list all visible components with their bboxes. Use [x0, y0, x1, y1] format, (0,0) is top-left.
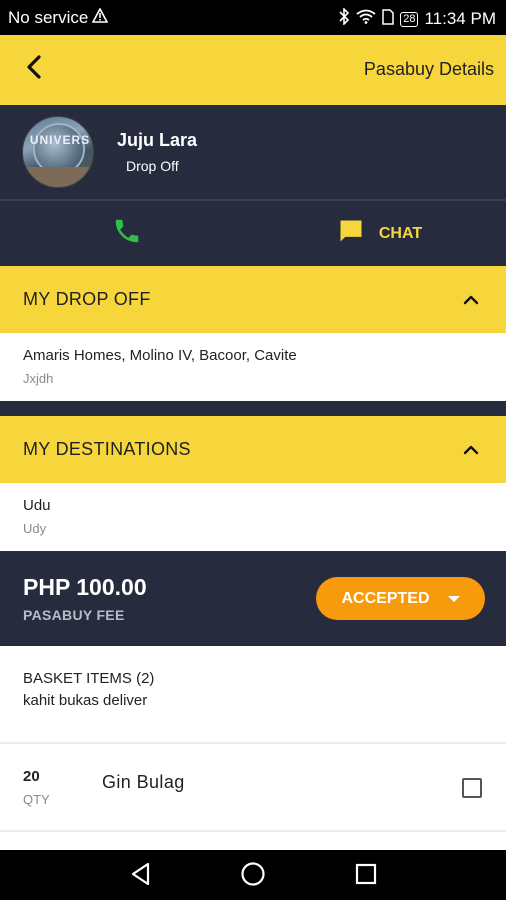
drop-off-address-block: Amaris Homes, Molino IV, Bacoor, Cavite …: [0, 333, 506, 401]
drop-off-section-header[interactable]: MY DROP OFF: [0, 266, 506, 333]
bluetooth-icon: [338, 7, 350, 30]
profile-name: Juju Lara: [117, 130, 198, 150]
nav-home-button[interactable]: [238, 861, 268, 891]
phone-icon: [112, 216, 142, 251]
battery-indicator: 28: [400, 11, 419, 27]
status-label: ACCEPTED: [341, 589, 430, 607]
profile-header: UNIVERS Juju Lara Drop Off: [0, 105, 506, 199]
item-quantity: 20: [23, 768, 40, 785]
section-divider: [0, 401, 506, 416]
nav-back-button[interactable]: [126, 861, 156, 891]
avatar: UNIVERS: [22, 116, 94, 188]
drop-off-title: MY DROP OFF: [23, 289, 151, 309]
app-bar: Pasabuy Details: [0, 35, 506, 105]
destinations-section-header[interactable]: MY DESTINATIONS: [0, 416, 506, 483]
sim-icon: [382, 8, 394, 30]
destination-address: Udu: [23, 497, 51, 514]
contact-bar: CHAT: [0, 199, 506, 266]
divider: [0, 830, 506, 832]
list-item: 20 QTY Gin Bulag: [0, 744, 506, 830]
square-recents-icon: [355, 863, 377, 890]
item-checkbox[interactable]: [462, 778, 482, 798]
nav-recents-button[interactable]: [351, 861, 381, 891]
status-dropdown-button[interactable]: ACCEPTED: [316, 577, 485, 620]
wifi-icon: [356, 9, 376, 29]
chat-label: CHAT: [378, 224, 423, 242]
chevron-up-icon[interactable]: [462, 291, 480, 309]
destinations-title: MY DESTINATIONS: [23, 439, 191, 459]
time-text: 11:34 PM: [424, 9, 496, 28]
back-arrow-icon: [24, 54, 44, 85]
page-title: Pasabuy Details: [363, 59, 494, 79]
basket-header: BASKET ITEMS (2): [23, 670, 155, 687]
drop-off-note: Jxjdh: [23, 371, 54, 386]
system-nav-bar: [0, 850, 506, 900]
chat-bubble-icon: [337, 217, 365, 250]
destination-note: Udy: [23, 521, 47, 536]
chat-button[interactable]: CHAT: [253, 201, 506, 266]
destination-address-block: Udu Udy: [0, 483, 506, 551]
call-button[interactable]: [0, 201, 253, 266]
item-quantity-label: QTY: [23, 792, 50, 807]
fee-panel: PHP 100.00 PASABUY FEE ACCEPTED: [0, 551, 506, 646]
fee-label: PASABUY FEE: [23, 607, 125, 623]
drop-off-address: Amaris Homes, Molino IV, Bacoor, Cavite: [23, 347, 297, 364]
carrier-text: No service: [8, 8, 89, 27]
back-button[interactable]: [16, 51, 52, 87]
circle-home-icon: [240, 861, 266, 892]
profile-role: Drop Off: [126, 158, 179, 174]
basket-summary: BASKET ITEMS (2) kahit bukas deliver: [0, 646, 506, 742]
status-bar: No service 28 11:34 PM: [0, 0, 506, 35]
item-name: Gin Bulag: [102, 772, 185, 792]
triangle-back-icon: [130, 862, 152, 891]
basket-note: kahit bukas deliver: [23, 692, 148, 709]
chevron-up-icon[interactable]: [462, 441, 480, 459]
warning-icon: [91, 7, 109, 28]
fee-amount: PHP 100.00: [23, 574, 147, 600]
caret-down-icon: [447, 595, 460, 602]
